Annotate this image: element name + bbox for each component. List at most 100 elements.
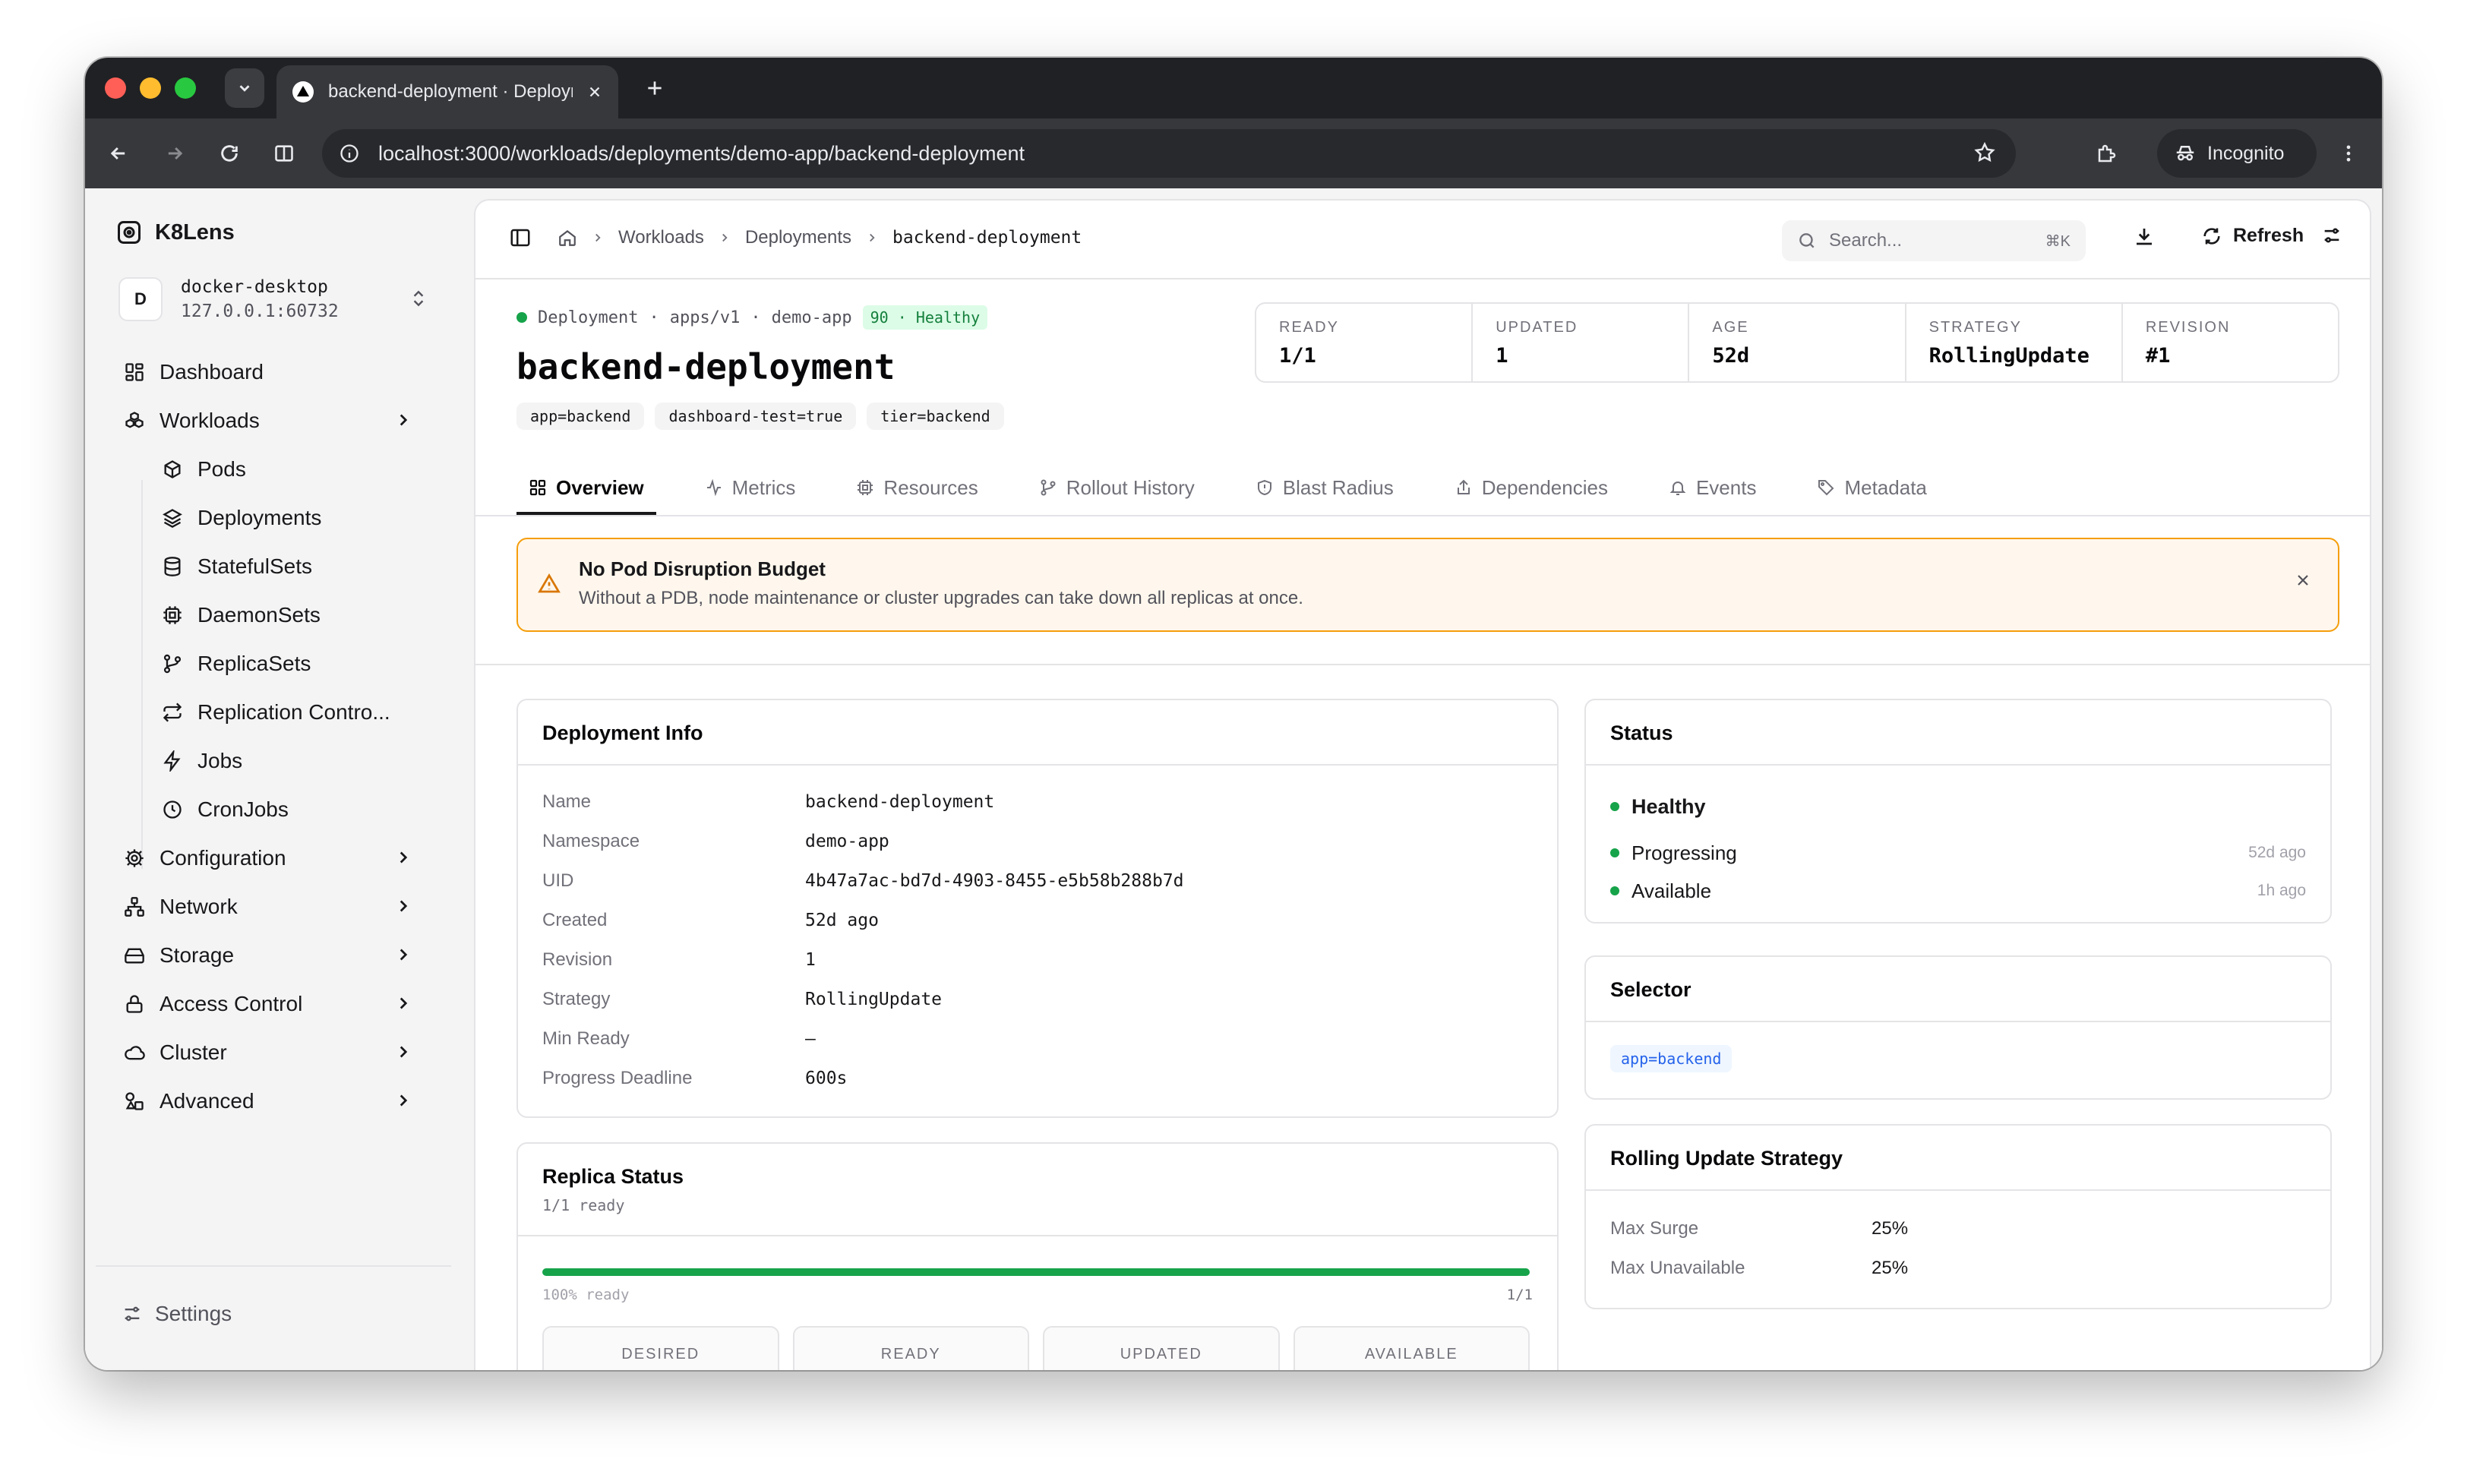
info-row: Min Ready — bbox=[542, 1028, 816, 1049]
replica-desired: DESIRED bbox=[542, 1326, 779, 1370]
gear-icon bbox=[122, 845, 147, 871]
search-input[interactable]: Search... ⌘K bbox=[1782, 220, 2086, 261]
minimize-window-button[interactable] bbox=[140, 77, 161, 99]
card-title: Selector bbox=[1610, 978, 1692, 1001]
tab-blast-radius[interactable]: Blast Radius bbox=[1243, 460, 1406, 515]
incognito-icon bbox=[2176, 146, 2194, 161]
sidebar-item-advanced[interactable]: Advanced bbox=[115, 1077, 434, 1126]
sidebar-item-dashboard[interactable]: Dashboard bbox=[115, 348, 434, 396]
stat-revision: REVISION #1 bbox=[2145, 319, 2231, 368]
k8lens-logo-icon bbox=[118, 221, 141, 244]
breadcrumb-deployments[interactable]: Deployments bbox=[745, 227, 851, 248]
tab-metrics[interactable]: Metrics bbox=[693, 460, 808, 515]
tab-strip: backend-deployment · Deployment bbox=[85, 58, 2382, 118]
download-button[interactable] bbox=[2133, 225, 2156, 248]
chevron-right-icon bbox=[722, 233, 728, 242]
browser-toolbar: localhost:3000/workloads/deployments/dem… bbox=[85, 118, 2382, 188]
browser-tab[interactable]: backend-deployment · Deployment bbox=[276, 65, 618, 118]
tab-events[interactable]: Events bbox=[1657, 460, 1769, 515]
sidebar-item-storage[interactable]: Storage bbox=[115, 931, 434, 980]
download-icon bbox=[2137, 229, 2152, 245]
sidebar-item-workloads[interactable]: Workloads bbox=[115, 396, 434, 445]
address-bar-url: localhost:3000/workloads/deployments/dem… bbox=[378, 141, 1025, 165]
tab-dependencies[interactable]: Dependencies bbox=[1442, 460, 1620, 515]
tab-search-button[interactable] bbox=[225, 68, 264, 108]
alert-title: No Pod Disruption Budget bbox=[579, 557, 826, 580]
extensions-button[interactable] bbox=[2090, 137, 2124, 170]
sidebar-item-pods[interactable]: Pods bbox=[115, 445, 434, 494]
resource-kind: Deployment bbox=[538, 308, 639, 327]
sidebar-item-label: Network bbox=[160, 895, 238, 918]
brand[interactable]: K8Lens bbox=[115, 219, 235, 246]
reload-icon bbox=[221, 145, 238, 162]
new-tab-button[interactable] bbox=[640, 73, 670, 103]
replica-available: AVAILABLE bbox=[1293, 1326, 1530, 1370]
selector-chip: app=backend bbox=[1610, 1045, 1733, 1072]
info-row: Strategy RollingUpdate bbox=[542, 989, 943, 1009]
sidebar-item-settings[interactable]: Settings bbox=[122, 1302, 232, 1326]
address-bar[interactable]: localhost:3000/workloads/deployments/dem… bbox=[322, 129, 2016, 178]
sidebar-item-access-control[interactable]: Access Control bbox=[115, 980, 434, 1028]
sidebar-item-configuration[interactable]: Configuration bbox=[115, 834, 434, 883]
card-title: Rolling Update Strategy bbox=[1610, 1147, 1843, 1170]
info-row: Created 52d ago bbox=[542, 910, 879, 930]
sidebar-item-daemonsets[interactable]: DaemonSets bbox=[115, 591, 434, 639]
card-subtitle: 1/1 ready bbox=[542, 1196, 625, 1214]
summary-stats: READY 1/1 UPDATED 1 AGE 52d STRATEGY Rol… bbox=[1255, 302, 2339, 383]
sidebar-toggle-icon[interactable] bbox=[509, 226, 532, 249]
hard-drive-icon bbox=[122, 942, 147, 968]
breadcrumb: Workloads Deployments backend-deployment bbox=[509, 226, 1082, 249]
tab-rollout-history[interactable]: Rollout History bbox=[1027, 460, 1207, 515]
sidebar-item-statefulsets[interactable]: StatefulSets bbox=[115, 542, 434, 591]
browser-menu-button[interactable] bbox=[2332, 137, 2365, 170]
chevron-right-icon bbox=[870, 233, 875, 242]
layers-icon bbox=[160, 505, 185, 531]
sidebar-item-label: ReplicaSets bbox=[197, 652, 311, 675]
tabs-divider bbox=[475, 515, 2370, 516]
incognito-label: Incognito bbox=[2207, 142, 2285, 164]
maximize-window-button[interactable] bbox=[175, 77, 196, 99]
sidebar: K8Lens D docker-desktop 127.0.0.1:60732 … bbox=[85, 188, 462, 1370]
info-row: Namespace demo-app bbox=[542, 831, 889, 851]
chevron-right-icon bbox=[400, 997, 408, 1009]
close-window-button[interactable] bbox=[105, 77, 126, 99]
close-icon[interactable] bbox=[586, 84, 603, 100]
info-icon bbox=[340, 144, 359, 163]
sidebar-item-replicasets[interactable]: ReplicaSets bbox=[115, 639, 434, 688]
refresh-button[interactable]: Refresh bbox=[2201, 225, 2304, 247]
tab-resources[interactable]: Resources bbox=[844, 460, 990, 515]
info-row: Max Surge 25% bbox=[1610, 1218, 1909, 1239]
split-view-button[interactable] bbox=[267, 137, 301, 170]
home-icon[interactable] bbox=[558, 228, 577, 248]
sidebar-item-cronjobs[interactable]: CronJobs bbox=[115, 785, 434, 834]
sidebar-item-label: Advanced bbox=[160, 1089, 254, 1113]
health-dot bbox=[516, 312, 527, 323]
git-branch-icon bbox=[1041, 479, 1056, 496]
cluster-switcher[interactable]: D docker-desktop 127.0.0.1:60732 bbox=[118, 267, 428, 331]
breadcrumb-workloads[interactable]: Workloads bbox=[618, 227, 704, 248]
sidebar-item-jobs[interactable]: Jobs bbox=[115, 737, 434, 785]
sidebar-item-label: Access Control bbox=[160, 992, 303, 1015]
sidebar-item-network[interactable]: Network bbox=[115, 883, 434, 931]
tab-metadata[interactable]: Metadata bbox=[1805, 460, 1938, 515]
incognito-badge[interactable]: Incognito bbox=[2157, 129, 2317, 178]
info-row: Revision 1 bbox=[542, 949, 816, 970]
close-icon[interactable] bbox=[2294, 571, 2312, 589]
tab-overview[interactable]: Overview bbox=[516, 460, 656, 515]
sidebar-item-deployments[interactable]: Deployments bbox=[115, 494, 434, 542]
shield-icon bbox=[1257, 479, 1271, 496]
panel-settings-button[interactable] bbox=[2321, 225, 2342, 246]
cpu-icon bbox=[160, 602, 185, 628]
star-icon[interactable] bbox=[1973, 141, 1996, 164]
activity-icon bbox=[706, 478, 721, 497]
health-score-badge: 90 · Healthy bbox=[862, 305, 988, 330]
label-chip: dashboard-test=true bbox=[655, 403, 857, 430]
back-button[interactable] bbox=[102, 137, 135, 170]
sidebar-item-replication-controllers[interactable]: Replication Contro... bbox=[115, 688, 434, 737]
forward-button[interactable] bbox=[158, 137, 191, 170]
chevron-right-icon bbox=[595, 233, 601, 242]
reload-button[interactable] bbox=[213, 137, 246, 170]
warning-icon bbox=[538, 573, 561, 593]
condition-dot bbox=[1610, 848, 1619, 857]
sidebar-item-cluster[interactable]: Cluster bbox=[115, 1028, 434, 1077]
